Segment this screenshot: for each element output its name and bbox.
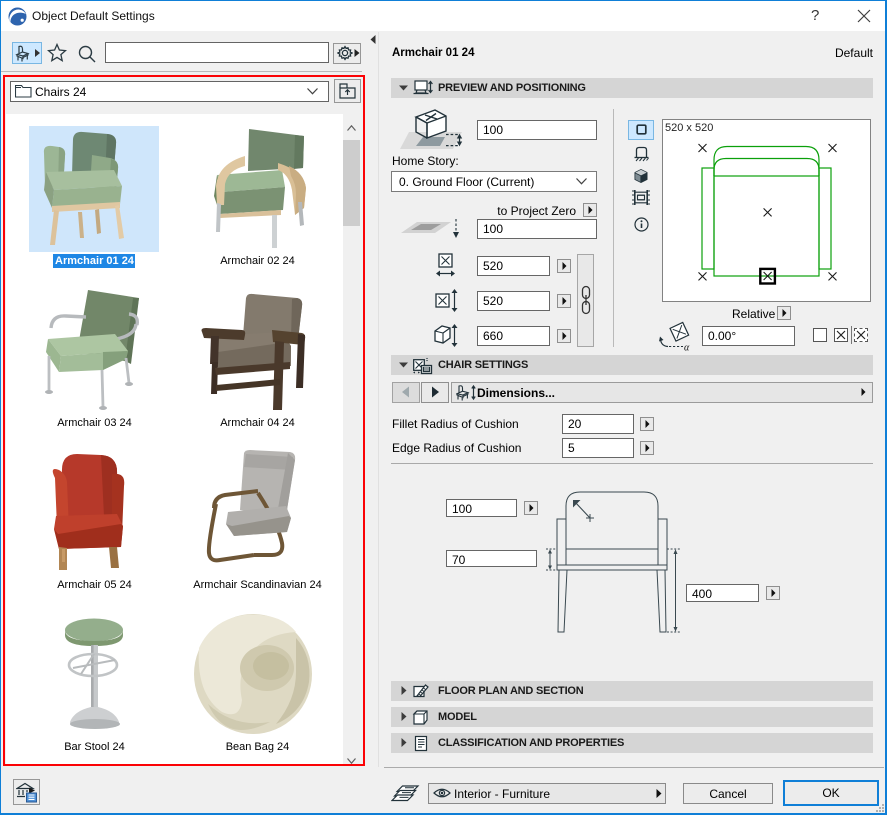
svg-text:α: α: [684, 343, 690, 352]
